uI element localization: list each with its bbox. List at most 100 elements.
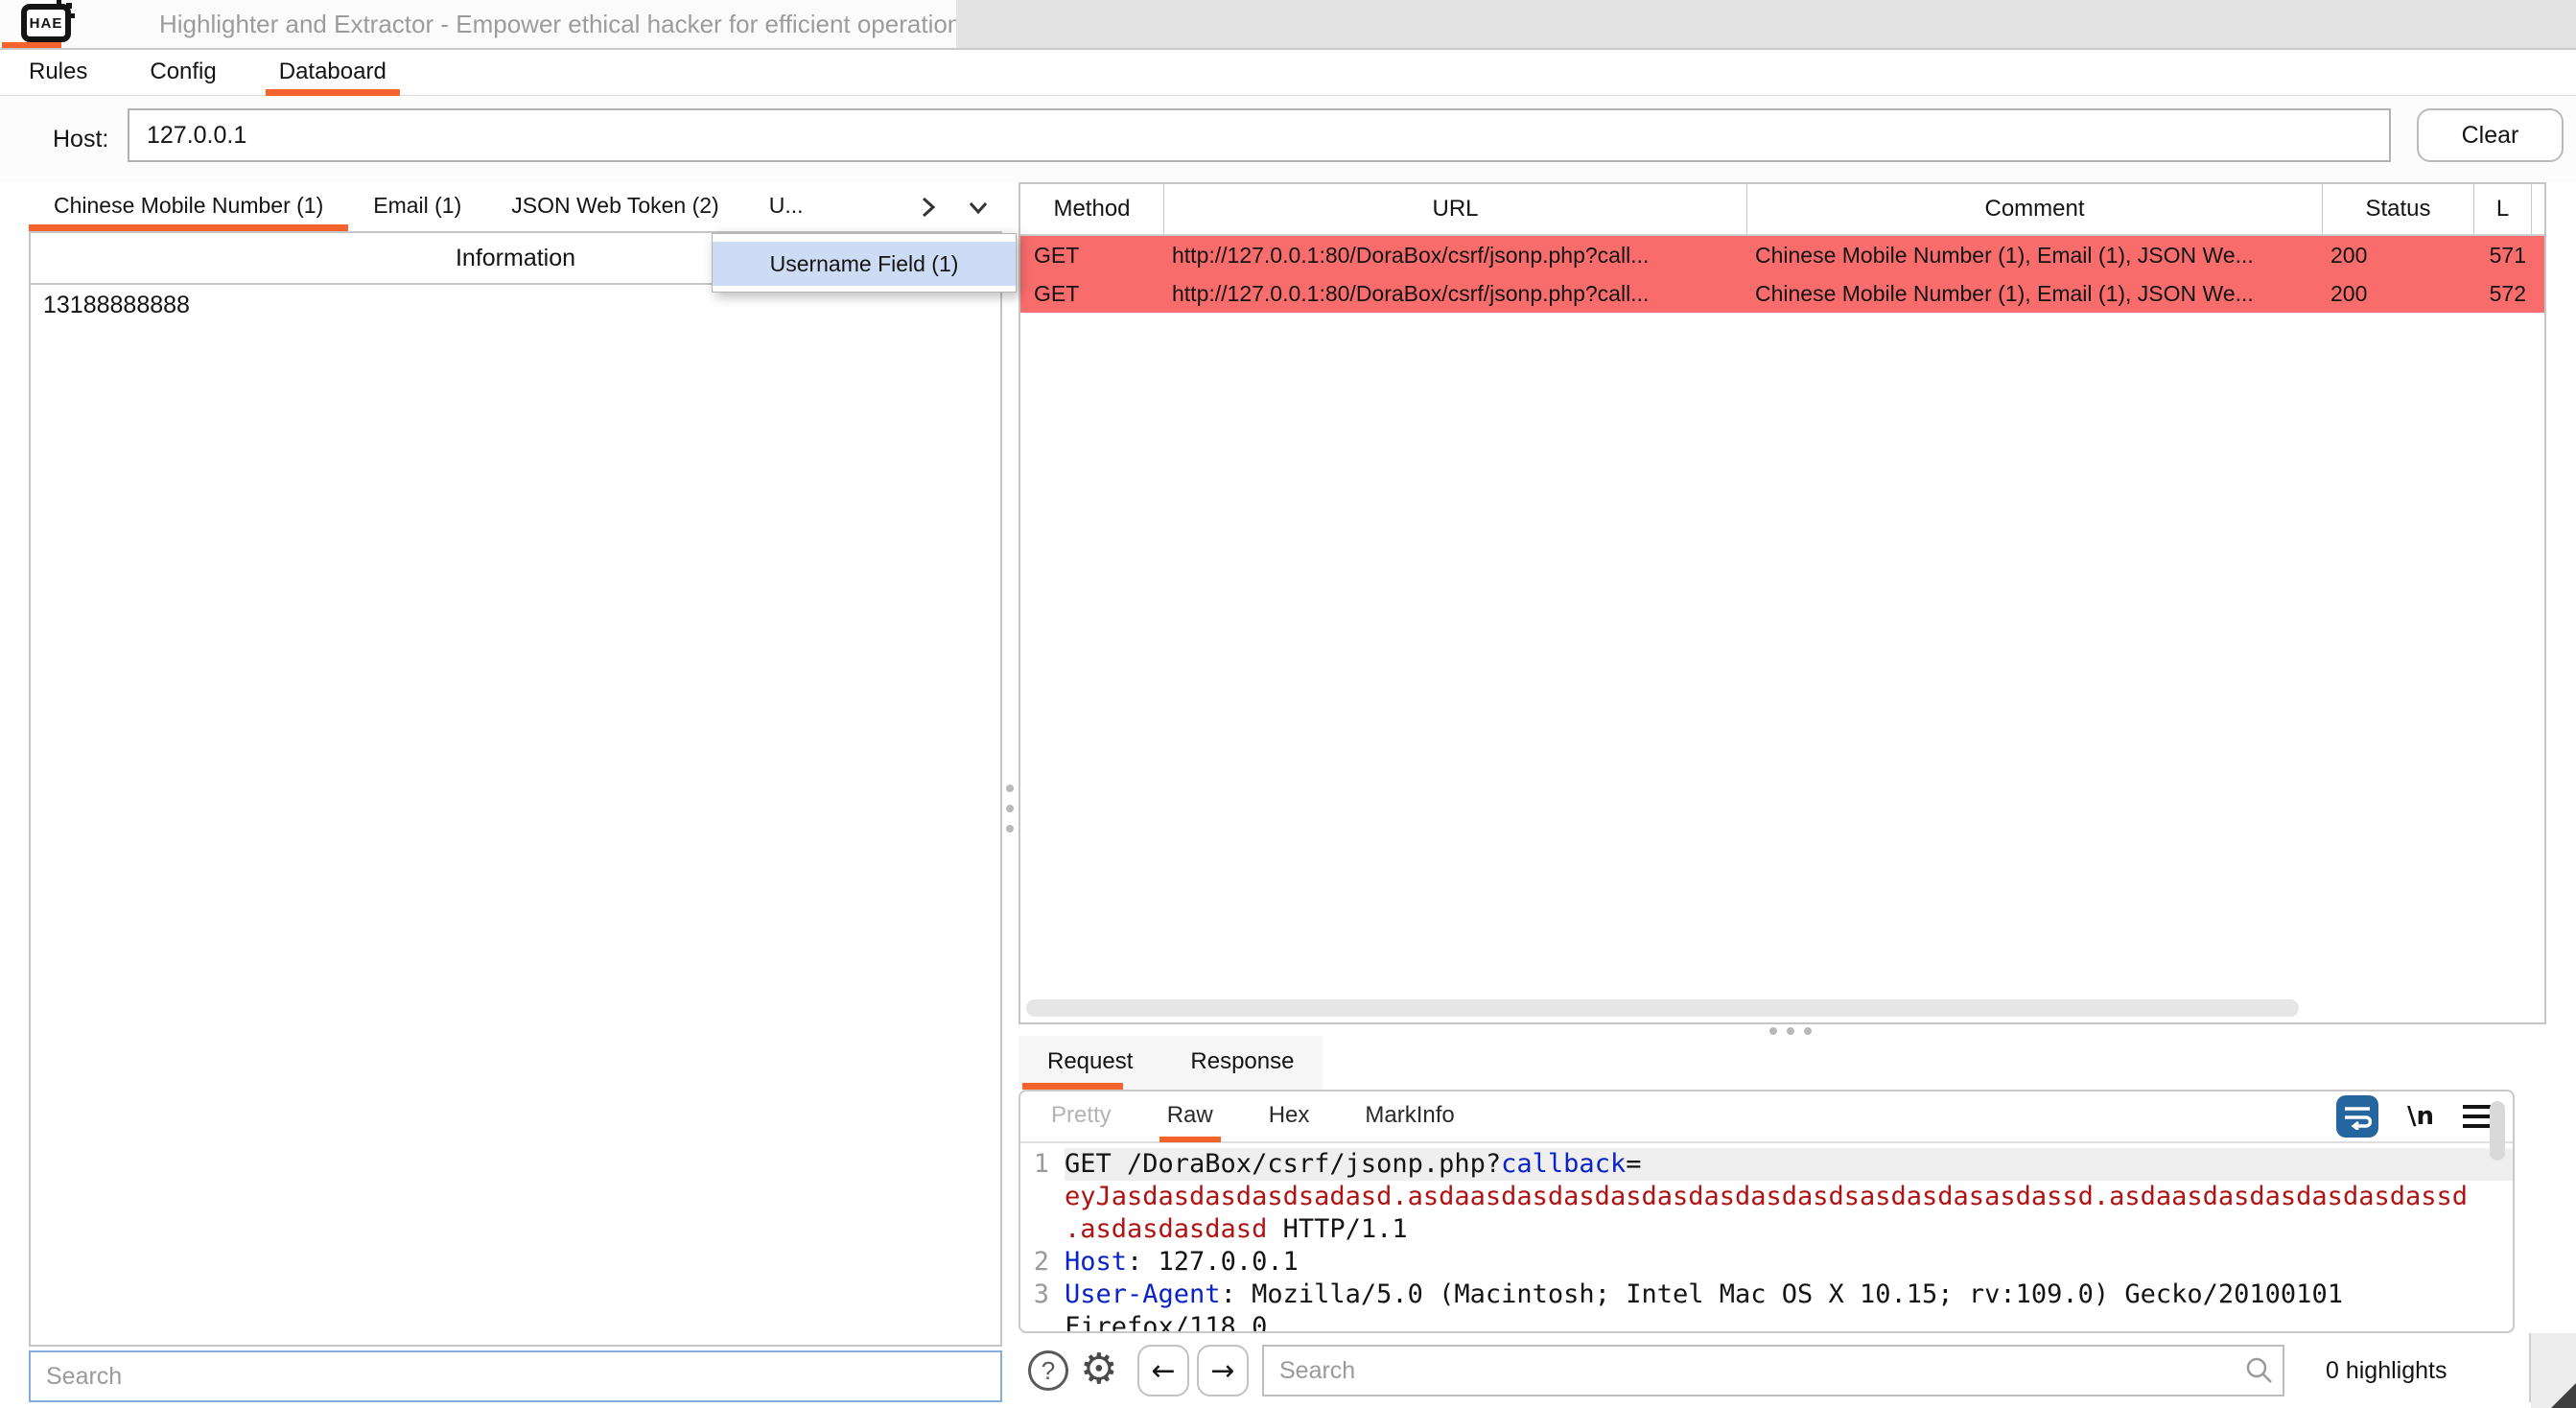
line-number <box>1020 1213 1065 1246</box>
editor-toolbar-icons: \n <box>2336 1095 2513 1138</box>
tab-label: Email (1) <box>373 193 461 218</box>
tab-json-web-token[interactable]: JSON Web Token (2) <box>486 182 743 231</box>
horizontal-scrollbar[interactable] <box>1026 999 2299 1017</box>
information-table: Information 13188888888 <box>29 231 1002 1347</box>
message-editor-tab-bar: Request Response <box>1019 1036 1323 1090</box>
search-icon <box>2244 1355 2273 1389</box>
hae-logo-text: HAE <box>30 15 63 32</box>
tab-request-label: Request <box>1047 1048 1133 1074</box>
column-header-length[interactable]: L <box>2474 184 2532 234</box>
line-number: 3 <box>1020 1279 1065 1311</box>
cell-method: GET <box>1020 236 1164 274</box>
tab-email[interactable]: Email (1) <box>348 182 486 231</box>
code-line: 2 Host: 127.0.0.1 <box>1020 1246 2513 1279</box>
tab-label: Chinese Mobile Number (1) <box>54 193 323 218</box>
subtab-raw[interactable]: Raw <box>1167 1091 1213 1142</box>
show-newlines-button[interactable]: \n <box>2407 1102 2434 1131</box>
tab-rules-label: Rules <box>29 59 87 84</box>
data-type-tab-bar: Chinese Mobile Number (1) Email (1) JSON… <box>29 182 1002 231</box>
chevron-down-icon <box>964 197 993 218</box>
editor-view-tab-bar: Pretty Raw Hex MarkInfo \n <box>1020 1091 2513 1143</box>
cell-status: 200 <box>2323 274 2474 313</box>
editor-bottom-toolbar: ? ⚙ ← → 0 highlights <box>1019 1333 2546 1408</box>
word-wrap-button[interactable] <box>2336 1095 2378 1138</box>
menu-icon <box>2463 1105 2492 1109</box>
tab-config[interactable]: Config <box>150 50 216 96</box>
tab-label: JSON Web Token (2) <box>511 193 718 218</box>
cell-length: 572 <box>2474 274 2532 313</box>
cell-status: 200 <box>2323 236 2474 274</box>
horizontal-splitter-handle[interactable] <box>1769 1027 1812 1035</box>
column-header-status[interactable]: Status <box>2323 184 2474 234</box>
information-search-input[interactable] <box>29 1350 1002 1402</box>
line-number <box>1020 1181 1065 1213</box>
requests-table-header: Method URL Comment Status L <box>1020 184 2544 236</box>
dropdown-item-username-field[interactable]: Username Field (1) <box>713 242 1016 286</box>
tab-config-label: Config <box>150 59 216 84</box>
previous-match-button[interactable]: ← <box>1137 1345 1189 1396</box>
tab-request[interactable]: Request <box>1019 1036 1161 1090</box>
tab-rules[interactable]: Rules <box>29 50 87 96</box>
code-line: .asdasdasdasd HTTP/1.1 <box>1020 1213 2513 1246</box>
tab-list-dropdown-button[interactable] <box>962 195 995 220</box>
subtab-markinfo[interactable]: MarkInfo <box>1365 1091 1454 1142</box>
subtab-pretty[interactable]: Pretty <box>1051 1091 1112 1142</box>
editor-menu-button[interactable] <box>2463 1105 2492 1128</box>
line-number <box>1020 1311 1065 1333</box>
cell-method: GET <box>1020 274 1164 313</box>
main-tab-bar: Rules Config Databoard <box>0 50 2576 96</box>
extension-tab-strip: HAE Highlighter and Extractor - Empower … <box>0 0 2576 50</box>
editor-search-input[interactable] <box>1262 1345 2284 1396</box>
code-line: eyJasdasdasdasdsadasd.asdaasdasdasdasdas… <box>1020 1181 2513 1213</box>
column-header-method[interactable]: Method <box>1020 184 1164 234</box>
host-bar: Host: Clear <box>0 97 2576 182</box>
vertical-splitter-handle[interactable] <box>1006 785 1014 833</box>
chevron-right-icon <box>918 193 939 222</box>
hae-logo-icon: HAE <box>21 4 71 42</box>
clear-button[interactable]: Clear <box>2417 108 2564 162</box>
hae-extension-window: HAE Highlighter and Extractor - Empower … <box>0 0 2576 1408</box>
tab-overflow-dropdown: Username Field (1) <box>712 233 1017 293</box>
cell-url: http://127.0.0.1:80/DoraBox/csrf/jsonp.p… <box>1164 236 1747 274</box>
tab-chinese-mobile-number[interactable]: Chinese Mobile Number (1) <box>29 182 348 231</box>
highlights-count: 0 highlights <box>2326 1333 2447 1408</box>
extension-title: Highlighter and Extractor - Empower ethi… <box>159 0 973 48</box>
tab-response[interactable]: Response <box>1161 1036 1323 1090</box>
requests-table: Method URL Comment Status L GET http://1… <box>1019 182 2546 1024</box>
table-row[interactable]: GET http://127.0.0.1:80/DoraBox/csrf/jso… <box>1020 236 2544 274</box>
cell-comment: Chinese Mobile Number (1), Email (1), JS… <box>1747 236 2323 274</box>
arrow-left-icon: ← <box>1151 1354 1175 1388</box>
tab-label: U... <box>769 193 804 218</box>
tab-databoard-label: Databoard <box>279 59 386 84</box>
tab-response-label: Response <box>1190 1048 1294 1074</box>
settings-button[interactable]: ⚙ <box>1080 1345 1117 1395</box>
tab-databoard[interactable]: Databoard <box>279 50 386 96</box>
tab-strip-background <box>956 0 2576 48</box>
code-line: 1 GET /DoraBox/csrf/jsonp.php?callback= <box>1020 1148 2513 1181</box>
host-label: Host: <box>53 97 108 182</box>
gear-icon: ⚙ <box>1080 1345 1117 1394</box>
subtab-raw-label: Raw <box>1167 1102 1213 1128</box>
vertical-scrollbar[interactable] <box>2490 1101 2505 1161</box>
table-row[interactable]: GET http://127.0.0.1:80/DoraBox/csrf/jso… <box>1020 274 2544 313</box>
line-number: 1 <box>1020 1148 1065 1181</box>
host-input[interactable] <box>128 108 2391 162</box>
request-raw-view[interactable]: 1 GET /DoraBox/csrf/jsonp.php?callback= … <box>1020 1143 2513 1333</box>
tab-username-field-truncated[interactable]: U... <box>744 182 829 231</box>
subtab-hex[interactable]: Hex <box>1269 1091 1310 1142</box>
active-extension-underline <box>2 42 61 48</box>
column-header-url[interactable]: URL <box>1164 184 1747 234</box>
scroll-tabs-right-button[interactable] <box>916 191 941 223</box>
column-header-comment[interactable]: Comment <box>1747 184 2323 234</box>
code-line: Firefox/118.0 <box>1020 1311 2513 1333</box>
tab-overflow-controls <box>916 191 1002 223</box>
hae-extension-tab[interactable]: HAE Highlighter and Extractor - Empower … <box>0 0 956 48</box>
code-line: 3 User-Agent: Mozilla/5.0 (Macintosh; In… <box>1020 1279 2513 1311</box>
help-button[interactable]: ? <box>1028 1350 1068 1391</box>
line-number: 2 <box>1020 1246 1065 1279</box>
question-icon: ? <box>1042 1356 1055 1385</box>
cell-comment: Chinese Mobile Number (1), Email (1), JS… <box>1747 274 2323 313</box>
arrow-right-icon: → <box>1210 1354 1234 1388</box>
resize-grip-icon[interactable] <box>2551 1383 2576 1408</box>
next-match-button[interactable]: → <box>1197 1345 1249 1396</box>
